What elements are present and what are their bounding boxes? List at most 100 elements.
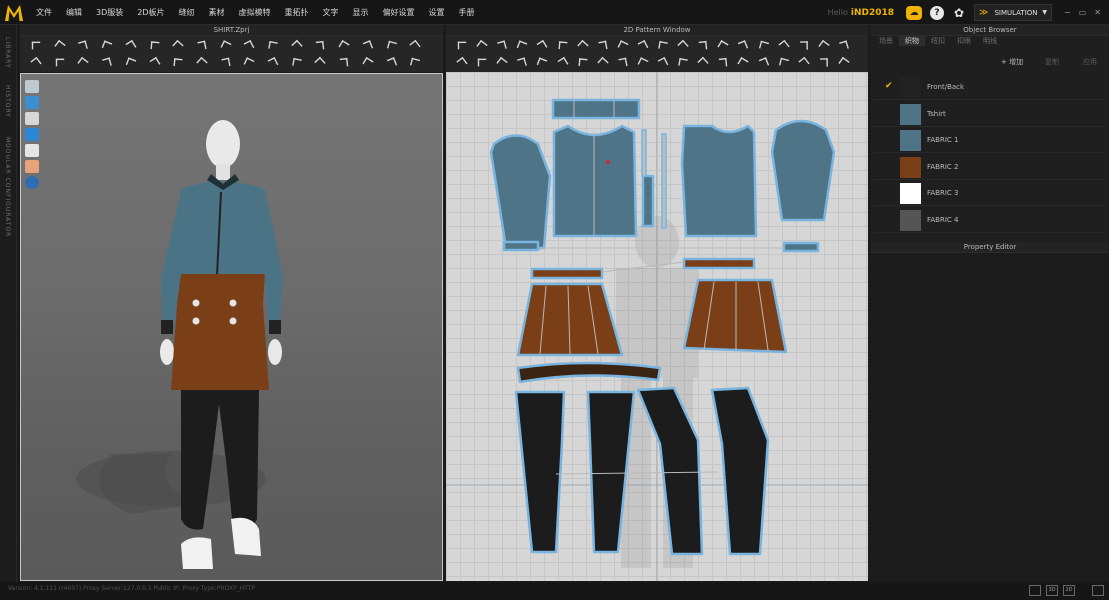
toolbar-tool-icon[interactable] — [221, 57, 231, 68]
add-fabric-button[interactable]: + 增加 — [1001, 57, 1023, 67]
toolbar-tool-icon[interactable] — [798, 56, 810, 69]
object-browser-tab[interactable]: 明线 — [977, 36, 1003, 46]
menu-item[interactable]: 手册 — [459, 7, 475, 18]
toolbar-tool-icon[interactable] — [618, 57, 628, 68]
marvelous-logo-icon[interactable] — [4, 3, 24, 23]
toolbar-tool-icon[interactable] — [362, 40, 374, 51]
fabric-swatch[interactable] — [900, 103, 921, 125]
toolbar-tool-icon[interactable] — [717, 40, 729, 51]
toolbar-tool-icon[interactable] — [125, 57, 137, 68]
menu-item[interactable]: 虚拟模特 — [239, 7, 271, 18]
toolbar-tool-icon[interactable] — [758, 57, 769, 68]
toolbar-tool-icon[interactable] — [409, 39, 421, 52]
toolbar-tool-icon[interactable] — [497, 40, 508, 51]
toolbar-tool-icon[interactable] — [31, 41, 41, 50]
fabric-swatch[interactable] — [900, 156, 921, 178]
toolbar-tool-icon[interactable] — [220, 40, 232, 51]
apply-fabric-button[interactable]: 应用 — [1083, 57, 1097, 67]
fabric-swatch[interactable] — [900, 183, 921, 204]
history-tab[interactable]: HISTORY — [4, 85, 11, 118]
simulation-mode-dropdown[interactable]: ≫ SIMULATION ▼ — [974, 4, 1053, 21]
toolbar-tool-icon[interactable] — [386, 40, 397, 51]
menu-item[interactable]: 文字 — [323, 7, 339, 18]
library-tab[interactable]: LIBRARY — [4, 37, 11, 69]
menu-item[interactable]: 偏好设置 — [383, 7, 415, 18]
pattern-2d-viewport[interactable] — [446, 72, 868, 581]
view-split-button[interactable] — [1029, 585, 1041, 596]
toolbar-tool-icon[interactable] — [149, 56, 161, 69]
toolbar-tool-icon[interactable] — [517, 57, 528, 68]
toolbar-tool-icon[interactable] — [339, 57, 349, 68]
object-browser-tab[interactable]: 场景 — [873, 36, 899, 46]
menu-item[interactable]: 重拓扑 — [285, 7, 309, 18]
toolbar-tool-icon[interactable] — [677, 39, 689, 52]
view-2d-button[interactable]: 2D — [1063, 585, 1075, 596]
toolbar-tool-icon[interactable] — [838, 56, 850, 69]
copy-fabric-button[interactable]: 复制 — [1045, 57, 1059, 67]
toolbar-tool-icon[interactable] — [477, 58, 487, 67]
minimize-button[interactable]: − — [1064, 8, 1071, 17]
object-browser-tab[interactable]: 扣眼 — [951, 36, 977, 46]
toolbar-tool-icon[interactable] — [557, 41, 568, 50]
toolbar-tool-icon[interactable] — [316, 40, 325, 51]
toolbar-tool-icon[interactable] — [838, 40, 849, 51]
toolbar-tool-icon[interactable] — [101, 40, 113, 51]
toolbar-tool-icon[interactable] — [496, 56, 508, 69]
toolbar-tool-icon[interactable] — [54, 39, 66, 52]
toolbar-tool-icon[interactable] — [658, 40, 668, 51]
toolbar-tool-icon[interactable] — [102, 57, 112, 68]
fabric-row[interactable]: ✔ Front/Back — [873, 75, 1105, 100]
toolbar-tool-icon[interactable] — [698, 40, 708, 51]
toolbar-tool-icon[interactable] — [172, 39, 184, 52]
toolbar-tool-icon[interactable] — [576, 39, 589, 52]
toolbar-tool-icon[interactable] — [719, 57, 728, 68]
toolbar-tool-icon[interactable] — [536, 39, 548, 52]
object-browser-tab[interactable]: 纽扣 — [925, 36, 951, 46]
toolbar-tool-icon[interactable] — [314, 56, 327, 69]
toolbar-tool-icon[interactable] — [55, 58, 64, 67]
toolbar-tool-icon[interactable] — [637, 40, 649, 51]
menu-item[interactable]: 素材 — [209, 7, 225, 18]
menu-item[interactable]: 文件 — [36, 7, 52, 18]
toolbar-tool-icon[interactable] — [516, 40, 528, 51]
menu-item[interactable]: 2D板片 — [137, 7, 164, 18]
fabric-swatch[interactable] — [900, 209, 921, 231]
menu-item[interactable]: 编辑 — [66, 7, 82, 18]
toolbar-tool-icon[interactable] — [737, 57, 749, 68]
fabric-swatch[interactable] — [900, 77, 921, 98]
toolbar-tool-icon[interactable] — [173, 58, 183, 67]
help-icon[interactable]: ? — [930, 5, 945, 20]
toolbar-tool-icon[interactable] — [678, 57, 688, 68]
toolbar-tool-icon[interactable] — [457, 41, 467, 50]
view-3d-button[interactable]: 3D — [1046, 585, 1058, 596]
maximize-button[interactable]: ▭ — [1079, 8, 1087, 17]
modular-configurator-tab[interactable]: MODULAR CONFIGURATOR — [4, 137, 11, 237]
toolbar-tool-icon[interactable] — [617, 40, 629, 51]
toolbar-tool-icon[interactable] — [598, 40, 608, 51]
menu-item[interactable]: 3D服装 — [96, 7, 123, 18]
menu-item[interactable]: 缝纫 — [179, 7, 195, 18]
toolbar-tool-icon[interactable] — [78, 40, 89, 51]
object-browser-tab[interactable]: 织物 — [899, 36, 925, 46]
toolbar-tool-icon[interactable] — [456, 56, 468, 69]
toolbar-tool-icon[interactable] — [410, 57, 421, 68]
toolbar-tool-icon[interactable] — [291, 57, 302, 68]
toolbar-tool-icon[interactable] — [818, 39, 830, 52]
toolbar-tool-icon[interactable] — [30, 56, 42, 69]
toolbar-tool-icon[interactable] — [799, 41, 808, 50]
toolbar-tool-icon[interactable] — [386, 57, 397, 68]
toolbar-tool-icon[interactable] — [243, 57, 255, 68]
toolbar-tool-icon[interactable] — [777, 39, 790, 52]
view3d-viewport[interactable] — [20, 73, 443, 581]
fabric-swatch[interactable] — [900, 130, 921, 151]
toolbar-tool-icon[interactable] — [596, 56, 609, 69]
close-window-button[interactable]: ✕ — [1094, 8, 1101, 17]
fabric-row[interactable]: Tshirt — [873, 102, 1105, 127]
fullscreen-button[interactable] — [1092, 585, 1104, 596]
menu-item[interactable]: 显示 — [353, 7, 369, 18]
settings-gear-icon[interactable]: ✿ — [952, 6, 966, 20]
cloud-sync-icon[interactable]: ☁ — [906, 5, 923, 20]
toolbar-tool-icon[interactable] — [362, 57, 374, 68]
fabric-row[interactable]: FABRIC 4 — [873, 208, 1105, 233]
toolbar-tool-icon[interactable] — [738, 40, 749, 51]
